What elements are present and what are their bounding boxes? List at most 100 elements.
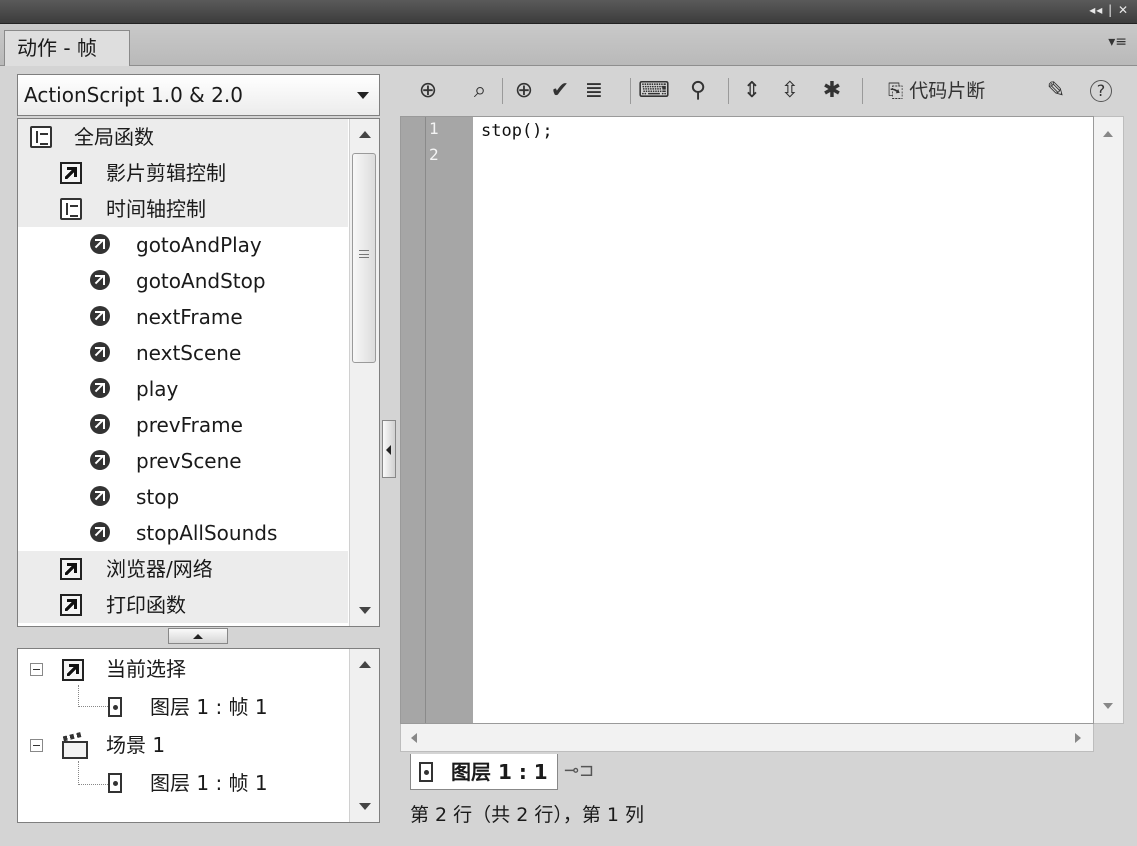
selection-icon [62, 659, 84, 681]
pane-splitter-handle[interactable] [168, 628, 228, 644]
toolbox-item-gotoandstop[interactable]: gotoAndStop [18, 263, 348, 299]
scroll-up-icon[interactable] [1103, 131, 1113, 137]
cursor-position-status: 第 2 行（共 2 行），第 1 列 [410, 804, 645, 826]
toolbox-item-label: prevFrame [136, 413, 243, 437]
action-item-icon [90, 414, 110, 434]
scroll-down-icon[interactable] [1103, 703, 1113, 709]
toolbox-item-gotoandplay[interactable]: gotoAndPlay [18, 227, 348, 263]
line-number: 1 [429, 119, 439, 138]
toolbox-item-movieclip-control[interactable]: 影片剪辑控制 [18, 155, 348, 191]
actions-toolbox: 全局函数 影片剪辑控制 时间轴控制 gotoAndPlay gotoAndSto… [17, 118, 380, 627]
check-syntax-icon[interactable]: ✔ [546, 76, 574, 106]
toolbox-item-play[interactable]: play [18, 371, 348, 407]
action-item-icon [90, 486, 110, 506]
navigator-item-scene[interactable]: 场景 1 [18, 727, 348, 763]
toolbox-item-label: nextFrame [136, 305, 243, 329]
scrollbar-corner [1094, 724, 1124, 752]
add-item-icon[interactable]: ⊕ [414, 76, 442, 106]
pin-script-icon[interactable]: ⊸⊐ [564, 760, 594, 782]
chevron-down-icon [357, 92, 369, 99]
navigator-item-label: 图层 1 : 帧 1 [150, 695, 268, 719]
grip-icon [359, 250, 369, 258]
navigator-item-frame[interactable]: 图层 1 : 帧 1 [18, 765, 348, 801]
gutter-divider [425, 117, 426, 723]
collapse-icon[interactable] [30, 739, 43, 752]
toolbox-item-label: nextScene [136, 341, 242, 365]
toolbar-divider [862, 78, 863, 104]
toolbox-item-label: gotoAndPlay [136, 233, 262, 257]
window-controls[interactable]: ◂◂ | ✕ [1089, 3, 1129, 17]
scroll-left-icon[interactable] [411, 733, 417, 743]
toolbox-item-global-functions[interactable]: 全局函数 [18, 119, 348, 155]
toolbox-item-label: gotoAndStop [136, 269, 266, 293]
toolbox-item-nextscene[interactable]: nextScene [18, 335, 348, 371]
script-editor[interactable]: 1 2 stop(); [400, 116, 1094, 724]
frame-icon [108, 773, 122, 793]
toolbox-item-stop[interactable]: stop [18, 479, 348, 515]
navigator-item-frame[interactable]: 图层 1 : 帧 1 [18, 689, 348, 725]
panel-tab-row: 动作 - 帧 ▾≡ [0, 24, 1137, 66]
language-select[interactable]: ActionScript 1.0 & 2.0 [17, 74, 380, 116]
editor-horizontal-scrollbar[interactable] [400, 724, 1094, 752]
script-assist-wand-icon[interactable]: ✎ [1042, 76, 1070, 106]
action-item-icon [90, 378, 110, 398]
toolbox-item-label: stop [136, 485, 180, 509]
collapse-toolbox-handle[interactable] [382, 420, 396, 478]
target-path-icon[interactable]: ⊕ [510, 76, 538, 106]
line-number: 2 [429, 145, 439, 164]
collapse-selection-icon[interactable]: ⇳ [776, 76, 804, 106]
editor-vertical-scrollbar[interactable] [1094, 116, 1124, 724]
scroll-down-icon[interactable] [359, 803, 371, 810]
frame-icon [419, 762, 433, 782]
code-line[interactable]: stop(); [481, 121, 553, 141]
action-item-icon [90, 342, 110, 362]
help-icon[interactable]: ? [1090, 80, 1112, 102]
scene-clapper-icon [62, 733, 88, 759]
toolbox-item-nextframe[interactable]: nextFrame [18, 299, 348, 335]
expand-all-icon[interactable]: ✱ [818, 76, 846, 106]
navigator-item-label: 当前选择 [106, 657, 186, 681]
toolbox-item-timeline-control[interactable]: 时间轴控制 [18, 191, 348, 227]
snippets-label: 代码片断 [909, 80, 986, 102]
scroll-up-icon[interactable] [359, 661, 371, 668]
code-snippets-button[interactable]: ⎘ 代码片断 [888, 76, 985, 106]
debug-options-icon[interactable]: ⚲ [684, 76, 712, 106]
toolbox-item-label: 打印函数 [106, 593, 186, 617]
code-hint-icon[interactable]: ⌨ [638, 76, 670, 106]
script-tab-layer1-frame1[interactable]: 图层 1 : 1 [410, 754, 558, 790]
book-open-icon [60, 198, 82, 220]
auto-format-icon[interactable]: ≣ [580, 76, 608, 106]
navigator-item-label: 场景 1 [106, 733, 166, 757]
script-toolbar: ⊕ ⌕ ⊕ ✔ ≣ ⌨ ⚲ ⇕ ⇳ ✱ ⎘ 代码片断 ✎ ? [400, 70, 1137, 114]
panel-title-bar: ◂◂ | ✕ [0, 0, 1137, 24]
function-category-icon [60, 594, 82, 616]
snippets-icon: ⎘ [888, 80, 910, 102]
action-item-icon [90, 450, 110, 470]
toolbox-item-stopallsounds[interactable]: stopAllSounds [18, 515, 348, 551]
collapse-braces-icon[interactable]: ⇕ [738, 76, 766, 106]
scrollbar-thumb[interactable] [352, 153, 376, 363]
toolbar-divider [728, 78, 729, 104]
action-item-icon [90, 270, 110, 290]
actions-frame-tab[interactable]: 动作 - 帧 [4, 30, 130, 66]
panel-menu-icon[interactable]: ▾≡ [1108, 34, 1127, 50]
find-icon[interactable]: ⌕ [466, 76, 494, 106]
toolbox-item-label: play [136, 377, 179, 401]
toolbox-item-prevframe[interactable]: prevFrame [18, 407, 348, 443]
scroll-right-icon[interactable] [1075, 733, 1081, 743]
toolbar-divider [630, 78, 631, 104]
toolbox-scrollbar[interactable] [349, 119, 379, 626]
toolbox-item-printing-functions[interactable]: 打印函数 [18, 587, 348, 623]
collapse-icon[interactable] [30, 663, 43, 676]
navigator-item-current-selection[interactable]: 当前选择 [18, 651, 348, 687]
action-item-icon [90, 234, 110, 254]
scroll-down-icon[interactable] [359, 607, 371, 614]
toolbox-item-label: 影片剪辑控制 [106, 161, 226, 185]
navigator-scrollbar[interactable] [349, 649, 379, 822]
toolbox-item-browser-network[interactable]: 浏览器/网络 [18, 551, 348, 587]
toolbox-item-prevscene[interactable]: prevScene [18, 443, 348, 479]
scroll-up-icon[interactable] [359, 131, 371, 138]
language-select-value: ActionScript 1.0 & 2.0 [24, 83, 243, 107]
toolbox-item-label: 时间轴控制 [106, 197, 206, 221]
line-number-gutter: 1 2 [401, 117, 473, 723]
